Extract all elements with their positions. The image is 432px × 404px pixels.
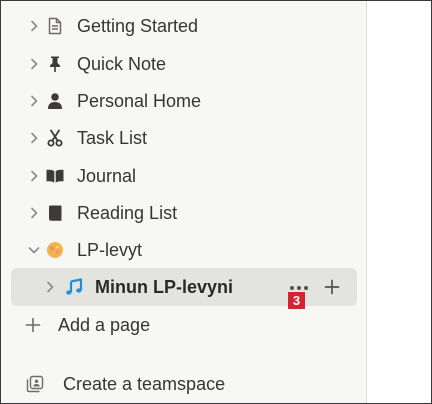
open-book-icon	[44, 165, 66, 187]
sidebar-item-label: Quick Note	[77, 54, 167, 74]
app-window: Getting Started Quick Note Personal Home	[0, 0, 432, 404]
sidebar-item-reading-list[interactable]: Reading List	[1, 198, 366, 228]
sidebar-item-lp-levyt[interactable]: LP-levyt	[1, 235, 366, 265]
sidebar-item-label: Reading List	[77, 203, 178, 223]
chevron-right-icon[interactable]	[40, 277, 60, 297]
plus-icon	[22, 314, 44, 336]
sidebar-item-label: Journal	[77, 166, 137, 186]
teamspace-icon	[24, 373, 46, 395]
sidebar-item-quick-note[interactable]: Quick Note	[1, 49, 366, 79]
plus-icon[interactable]	[323, 278, 341, 296]
chevron-right-icon[interactable]	[24, 203, 44, 223]
sidebar-item-minun-lp-levyni[interactable]: Minun LP-levyni	[11, 268, 357, 306]
sidebar-item-label: LP-levyt	[77, 240, 143, 260]
add-page-label: Add a page	[58, 315, 151, 335]
book-icon	[44, 202, 66, 224]
chevron-right-icon[interactable]	[24, 91, 44, 111]
sidebar-item-label: Minun LP-levyni	[95, 277, 234, 297]
scissors-icon	[44, 127, 66, 149]
create-teamspace-label: Create a teamspace	[63, 374, 226, 394]
sidebar-item-getting-started[interactable]: Getting Started	[1, 11, 366, 41]
emoji-icon	[44, 239, 66, 261]
create-teamspace-button[interactable]: Create a teamspace	[1, 369, 366, 399]
document-icon	[44, 15, 66, 37]
music-note-icon	[63, 276, 85, 298]
add-page-button[interactable]: Add a page	[1, 310, 366, 340]
chevron-right-icon[interactable]	[24, 54, 44, 74]
sidebar-item-personal-home[interactable]: Personal Home	[1, 86, 366, 116]
sidebar: Getting Started Quick Note Personal Home	[1, 1, 367, 403]
sidebar-item-label: Personal Home	[77, 91, 202, 111]
sidebar-item-journal[interactable]: Journal	[1, 161, 366, 191]
chevron-right-icon[interactable]	[24, 128, 44, 148]
step-badge: 3	[288, 292, 305, 309]
person-icon	[44, 90, 66, 112]
sidebar-item-label: Task List	[77, 128, 148, 148]
sidebar-item-task-list[interactable]: Task List	[1, 123, 366, 153]
chevron-right-icon[interactable]	[24, 166, 44, 186]
chevron-down-icon[interactable]	[24, 240, 44, 260]
pin-icon	[44, 53, 66, 75]
chevron-right-icon[interactable]	[24, 16, 44, 36]
sidebar-item-label: Getting Started	[77, 16, 199, 36]
